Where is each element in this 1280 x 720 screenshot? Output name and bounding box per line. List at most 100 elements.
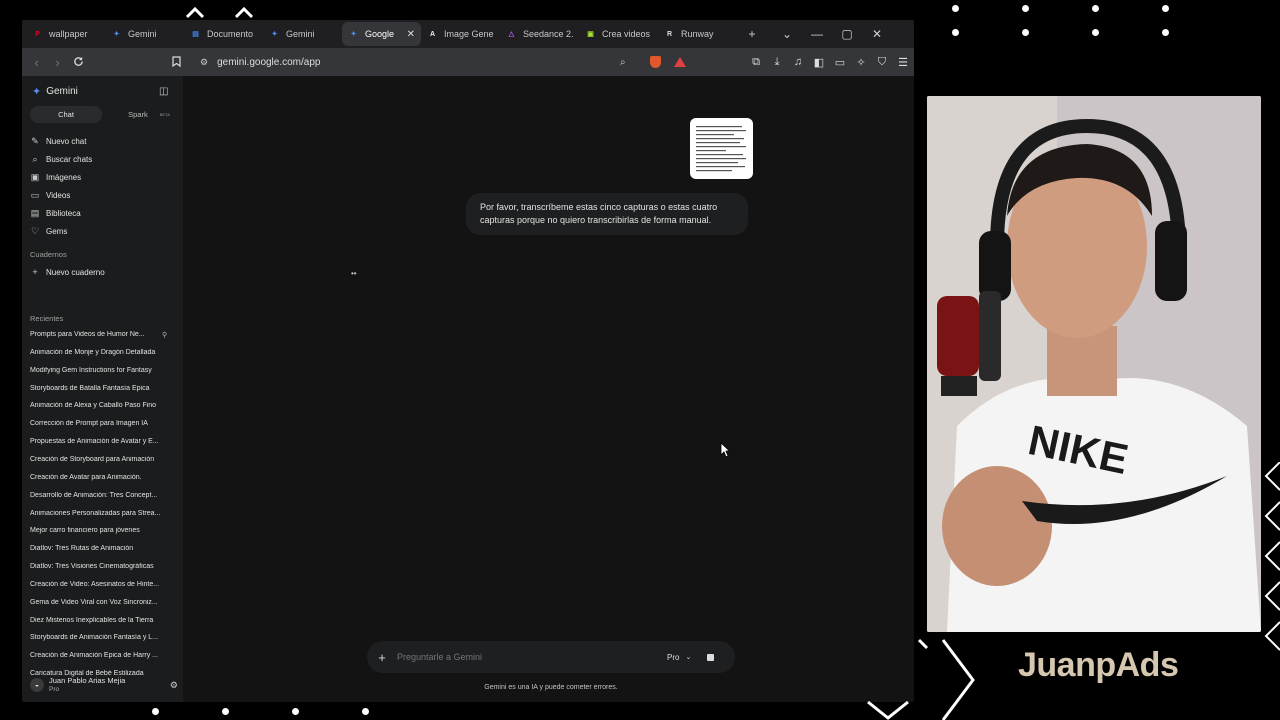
decor-stripes-icon bbox=[1264, 462, 1280, 651]
gemini-sidebar: ✦ Gemini ◫ Chat Spark BETA ✎ Nuevo chat ⌕ B… bbox=[22, 76, 183, 702]
sidebar-toggle-icon[interactable]: ◧ bbox=[810, 56, 828, 69]
recent-chat-item[interactable]: Diez Misterios Inexplicables de la Tierr… bbox=[30, 617, 170, 624]
new-tab-button[interactable]: + bbox=[737, 27, 767, 41]
tab-close-icon[interactable]: ✕ bbox=[407, 29, 415, 40]
back-button[interactable]: ‹ bbox=[26, 55, 47, 70]
browser-tab[interactable]: Pwallpaper bbox=[26, 22, 105, 46]
recent-chat-item[interactable]: Creación de Animación Épica de Harry ... bbox=[30, 652, 170, 659]
edit-icon: ✎ bbox=[31, 136, 39, 146]
tab-title: Gemini bbox=[286, 29, 315, 39]
media-icon[interactable]: ♫ bbox=[789, 56, 807, 68]
decor-chevron-small-icon bbox=[867, 700, 909, 720]
bookmark-icon[interactable] bbox=[166, 55, 187, 70]
video-icon: ▭ bbox=[30, 190, 40, 200]
recent-chat-item[interactable]: Storyboards de Animación Fantasía y L... bbox=[30, 634, 170, 641]
recent-chat-item[interactable]: Creación de Storyboard para Animación bbox=[30, 456, 170, 463]
browser-tab[interactable]: △ Seedance 2. bbox=[500, 22, 579, 46]
new-notebook-button[interactable]: + Nuevo cuaderno bbox=[30, 267, 104, 277]
site-info-icon[interactable]: ⚙ bbox=[200, 57, 208, 68]
brand-watermark-text: JuanpAds bbox=[1018, 646, 1179, 684]
nav-item-search[interactable]: ⌕ Buscar chats bbox=[30, 154, 92, 165]
zoom-icon[interactable]: ⌕ bbox=[620, 57, 626, 68]
recent-chat-item[interactable]: Creación de Avatar para Animación. bbox=[30, 474, 170, 481]
download-icon[interactable]: ⤓ bbox=[768, 56, 786, 69]
recents-heading: Recientes bbox=[30, 314, 64, 323]
recent-chat-item[interactable]: Animaciones Personalizadas para Strea... bbox=[30, 510, 170, 517]
recent-chat-item[interactable]: Mejor carro financiero para jóvenes bbox=[30, 527, 170, 534]
reload-button[interactable] bbox=[68, 55, 89, 70]
disclaimer: Gemini es una IA y puede cometer errores… bbox=[484, 684, 618, 691]
prompt-input[interactable] bbox=[397, 652, 627, 662]
browser-tab[interactable]: R Runway bbox=[658, 22, 737, 46]
tab-favicon-icon: P bbox=[35, 30, 40, 38]
recent-chat-item[interactable]: Diatlov: Tres Rutas de Animación bbox=[30, 545, 170, 552]
browser-tab[interactable]: ▣ Crea videos bbox=[579, 22, 658, 46]
recent-chat-item[interactable]: Creación de Video: Asesinatos de Hinte..… bbox=[30, 581, 170, 588]
tab-favicon-icon: ▤ bbox=[192, 31, 199, 38]
decor-dot bbox=[952, 5, 959, 12]
toolbar-actions: ⧉ ⤓ ♫ ◧ ▭ ✧ ⛉ ☰ bbox=[747, 48, 912, 76]
recent-chat-item[interactable]: Animación de Alexa y Caballo Paso Fino bbox=[30, 402, 170, 409]
recent-chat-item[interactable]: Storyboards de Batalla Fantasía Épica bbox=[30, 385, 170, 392]
collapse-sidebar-icon[interactable]: ◫ bbox=[159, 86, 168, 97]
tab-spark-label: Spark bbox=[128, 110, 148, 119]
recent-chat-item[interactable]: Prompts para Videos de Humor Ne... bbox=[30, 331, 170, 338]
plus-icon: + bbox=[32, 267, 38, 277]
nav-item-video[interactable]: ▭ Videos bbox=[30, 190, 71, 201]
user-name: Juan Pablo Arias Mejia bbox=[49, 676, 126, 685]
brave-rewards-icon[interactable] bbox=[674, 57, 686, 67]
tab-favicon-icon: A bbox=[429, 30, 436, 38]
nav-item-label: Biblioteca bbox=[46, 209, 81, 218]
nav-item-image[interactable]: ▣ Imágenes bbox=[30, 172, 81, 183]
recent-chat-item[interactable]: Gema de Video Viral con Voz Sincroniz... bbox=[30, 599, 170, 606]
composer: + Pro ⌄ bbox=[367, 641, 735, 673]
browser-tab[interactable]: ✦ Gemini bbox=[263, 22, 342, 46]
recent-chat-item[interactable]: Modifying Gem Instructions for Fantasy bbox=[30, 367, 170, 374]
browser-tab[interactable]: ▤ Documento bbox=[184, 22, 263, 46]
presenter-image: NIKE bbox=[927, 96, 1261, 632]
menu-icon[interactable]: ☰ bbox=[894, 56, 912, 69]
recent-chat-item[interactable]: Desarrollo de Animación: Tres Concept... bbox=[30, 492, 170, 499]
mode-tabs: Chat Spark BETA bbox=[30, 106, 174, 123]
recent-chat-item[interactable]: Animación de Monje y Dragón Detallada bbox=[30, 349, 170, 356]
vpn-icon[interactable]: ⛉ bbox=[873, 56, 891, 69]
nav-item-gem[interactable]: ♡ Gems bbox=[30, 226, 67, 237]
extensions-icon[interactable]: ⧉ bbox=[747, 56, 765, 69]
nav-item-label: Imágenes bbox=[46, 173, 82, 182]
user-message-text: Por favor, transcríbeme estas cinco capt… bbox=[480, 202, 718, 225]
browser-tab[interactable]: ✦ Gemini bbox=[105, 22, 184, 46]
wallet-icon[interactable]: ▭ bbox=[831, 56, 849, 69]
user-profile[interactable]: ◒ Juan Pablo Arias Mejia Pro ⚙ bbox=[30, 674, 178, 696]
document-preview-icon bbox=[696, 126, 746, 172]
browser-tab[interactable]: ✦ Google ✕ bbox=[342, 22, 421, 46]
recent-chat-item[interactable]: Corrección de Prompt para Imagen IA bbox=[30, 420, 170, 427]
gemini-logo-icon: ✦ bbox=[32, 86, 42, 98]
nav-item-edit[interactable]: ✎ Nuevo chat bbox=[30, 136, 86, 147]
leo-ai-icon[interactable]: ✧ bbox=[852, 56, 870, 69]
decor-dot bbox=[1022, 5, 1029, 12]
tab-spark[interactable]: Spark BETA bbox=[102, 106, 174, 123]
brave-shield-icon[interactable] bbox=[650, 56, 661, 68]
settings-icon[interactable]: ⚙ bbox=[170, 680, 178, 691]
attachment-thumbnail[interactable] bbox=[690, 118, 753, 179]
decor-dot bbox=[1092, 5, 1099, 12]
model-selector[interactable]: Pro ⌄ bbox=[667, 653, 691, 662]
add-attachment-button[interactable]: + bbox=[367, 650, 397, 665]
address-bar[interactable]: ⚙ gemini.google.com/app ⌕ bbox=[200, 51, 700, 73]
nav-item-library[interactable]: ▤ Biblioteca bbox=[30, 208, 81, 219]
decor-dot bbox=[1092, 29, 1099, 36]
close-window-button[interactable]: ✕ bbox=[862, 27, 892, 41]
recent-chat-item[interactable]: Propuestas de Animación de Avatar y E... bbox=[30, 438, 170, 445]
forward-button[interactable]: › bbox=[47, 55, 68, 70]
user-plan: Pro bbox=[49, 686, 60, 693]
tab-chat[interactable]: Chat bbox=[30, 106, 102, 123]
tab-search-icon[interactable]: ⌄ bbox=[772, 27, 802, 41]
tab-chat-label: Chat bbox=[58, 110, 74, 119]
browser-tab[interactable]: A Image Gene bbox=[421, 22, 500, 46]
restore-button[interactable]: ▢ bbox=[832, 27, 862, 41]
minimize-button[interactable]: — bbox=[802, 27, 832, 41]
pin-icon[interactable]: ⚲ bbox=[162, 331, 167, 339]
decor-dot bbox=[292, 708, 299, 715]
recent-chat-item[interactable]: Diatlov: Tres Visiones Cinematográficas bbox=[30, 563, 170, 570]
stop-button[interactable] bbox=[707, 653, 715, 661]
